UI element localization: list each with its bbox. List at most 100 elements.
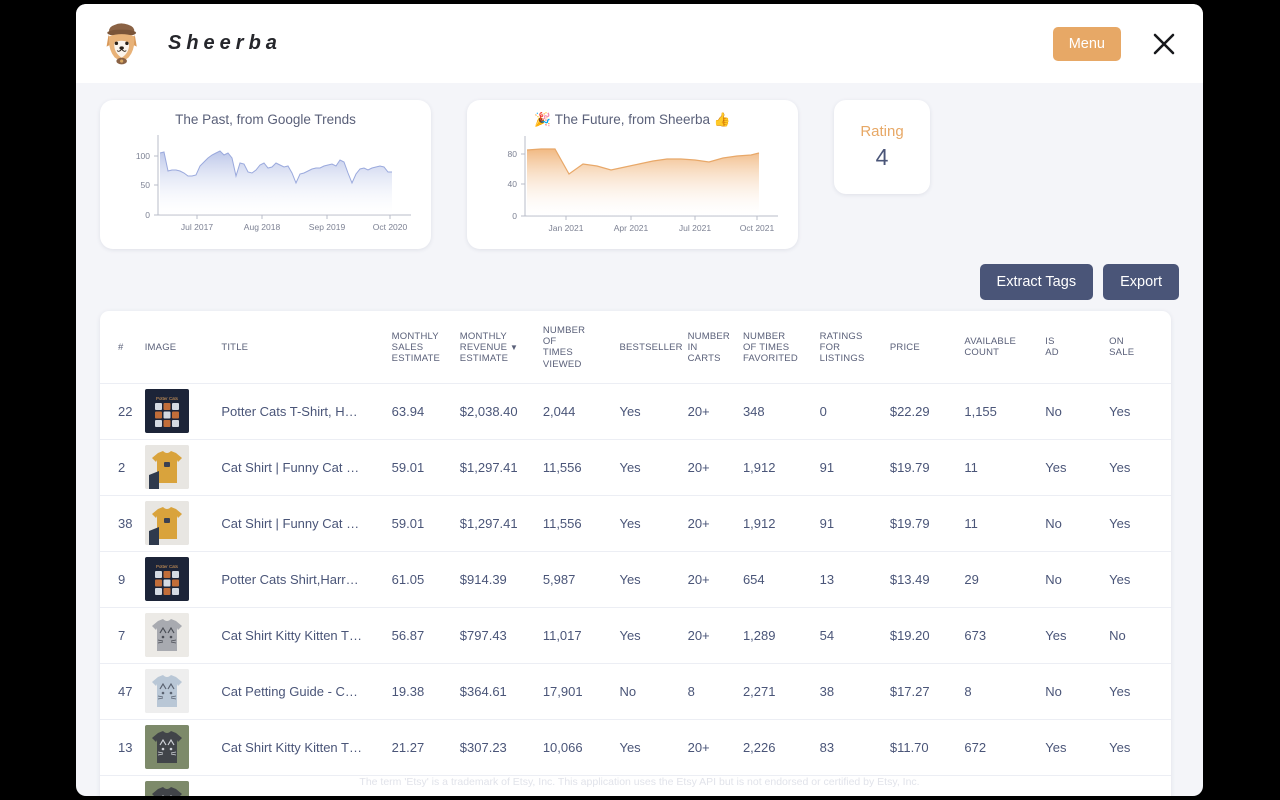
product-title-text: Cat Petting Guide - C… (221, 683, 358, 699)
table-row[interactable]: 2 Cat Shirt | Funny Cat … 59.01 $1,297.41 11… (100, 439, 1171, 496)
row-title[interactable]: Cat Shirt Kitty Kitten T… (221, 607, 392, 664)
row-monthly-sales-estimate: 21.27 (391, 719, 460, 776)
product-title-text: Potter Cats Shirt,Harr… (221, 571, 359, 587)
product-thumbnail-image[interactable]: Potter Cats (144, 389, 189, 434)
row-times-favorited: 654 (742, 551, 820, 608)
app-brand-title: Sheerba (168, 32, 282, 54)
product-thumbnail-image[interactable]: Potter Cats (144, 557, 189, 602)
row-on-sale: Yes (1109, 719, 1171, 776)
svg-text:Sep 2019: Sep 2019 (309, 222, 346, 232)
future-forecast-area (527, 149, 759, 216)
row-title[interactable]: Potter Cats T-Shirt, H… (221, 383, 392, 440)
row-is-ad: No (1045, 663, 1110, 720)
product-thumbnail-image[interactable] (144, 501, 189, 546)
row-on-sale: Yes (1109, 439, 1171, 496)
column-header-ratings-for-listings[interactable]: RATINGS FOR LISTINGS (819, 311, 890, 384)
column-header-image[interactable]: IMAGE (144, 311, 222, 384)
row-monthly-revenue-estimate: $307.23 (459, 719, 543, 776)
row-monthly-revenue-estimate: $2,038.40 (459, 383, 543, 440)
row-price: $11.70 (889, 719, 965, 776)
row-bestseller: Yes (619, 383, 688, 440)
row-title[interactable]: Cat Shirt | Funny Cat … (221, 439, 392, 496)
export-button[interactable]: Export (1103, 264, 1179, 300)
row-number-in-carts: 20+ (687, 495, 743, 552)
column-header-number-in-carts[interactable]: NUMBER IN CARTS (687, 311, 743, 384)
product-thumbnail-image[interactable] (144, 669, 189, 714)
row-number: 22 (100, 383, 145, 440)
product-title-text: Cat Shirt Kitty Kitten T… (221, 739, 362, 755)
row-monthly-sales-estimate: 59.01 (391, 495, 460, 552)
row-is-ad: No (1045, 383, 1110, 440)
column-header-monthly-revenue-estimate[interactable]: MONTHLY REVENUE ▼ ESTIMATE (459, 311, 543, 384)
row-title[interactable]: Cat Shirt | Funny Cat … (221, 495, 392, 552)
row-price: $19.79 (889, 495, 965, 552)
row-bestseller: Yes (619, 439, 688, 496)
row-title[interactable]: Cat Petting Guide - C… (221, 663, 392, 720)
row-bestseller: Yes (619, 495, 688, 552)
sort-desc-icon: ▼ (509, 342, 519, 352)
row-number: 7 (100, 607, 145, 664)
svg-text:0: 0 (512, 211, 517, 221)
listings-table: # IMAGE TITLE MONTHLY SALES ESTIMATE MONTH… (100, 311, 1171, 796)
row-monthly-sales-estimate: 56.87 (391, 607, 460, 664)
column-header-available-count[interactable]: AVAILABLE COUNT (964, 311, 1046, 384)
svg-text:80: 80 (508, 149, 518, 159)
close-icon[interactable] (1147, 27, 1181, 61)
row-is-ad: Yes (1045, 607, 1110, 664)
row-available-count: 11 (964, 495, 1046, 552)
row-times-favorited: 2,271 (742, 663, 820, 720)
row-price: $19.79 (889, 439, 965, 496)
row-ratings-for-listings: 54 (819, 607, 890, 664)
column-header-times-viewed[interactable]: NUMBER OF TIMES VIEWED (542, 311, 620, 384)
row-monthly-revenue-estimate: $1,297.41 (459, 495, 543, 552)
row-thumbnail: Potter Cats (144, 383, 222, 440)
row-number: 2 (100, 439, 145, 496)
row-title[interactable]: Cat Shirt Kitty Kitten T… (221, 719, 392, 776)
row-monthly-sales-estimate: 19.38 (391, 663, 460, 720)
table-row[interactable]: 9 Potter Cats Potter Cats Shirt,Harr… 61.05… (100, 551, 1171, 608)
column-header-times-favorited[interactable]: NUMBER OF TIMES FAVORITED (742, 311, 820, 384)
column-header-on-sale[interactable]: ON SALE (1109, 311, 1171, 384)
product-thumbnail-image[interactable] (144, 725, 189, 770)
past-trends-chart-card: The Past, from Google Trends 0 50 100 Ju… (100, 100, 431, 249)
row-price: $19.20 (889, 607, 965, 664)
column-header-number[interactable]: # (100, 311, 145, 384)
row-available-count: 1,155 (964, 383, 1046, 440)
row-times-favorited: 1,912 (742, 439, 820, 496)
column-header-monthly-sales-estimate[interactable]: MONTHLY SALES ESTIMATE (391, 311, 460, 384)
row-ratings-for-listings: 83 (819, 719, 890, 776)
table-row[interactable]: 38 Cat Shirt | Funny Cat … 59.01 $1,297.41 1… (100, 495, 1171, 552)
extract-tags-button[interactable]: Extract Tags (979, 264, 1094, 300)
row-thumbnail (144, 719, 222, 776)
table-row[interactable]: 47 Cat Petting Guide - C… 19.38 $364.61 17,9… (100, 663, 1171, 720)
table-row[interactable]: 13 Cat Shirt Kitty Kitten T… 21.27 $307.23 1… (100, 719, 1171, 776)
column-header-price[interactable]: PRICE (889, 311, 965, 384)
row-title[interactable]: Potter Cats Shirt,Harr… (221, 551, 392, 608)
rating-value: 4 (875, 144, 889, 170)
menu-button[interactable]: Menu (1052, 26, 1121, 61)
row-times-favorited: 2,226 (742, 719, 820, 776)
svg-text:Potter Cats: Potter Cats (156, 564, 179, 569)
row-price: $17.27 (889, 663, 965, 720)
row-times-favorited: 348 (742, 383, 820, 440)
svg-text:100: 100 (136, 151, 150, 161)
svg-text:Jul 2017: Jul 2017 (181, 222, 213, 232)
column-header-is-ad[interactable]: IS AD (1045, 311, 1110, 384)
column-header-title[interactable]: TITLE (221, 311, 392, 384)
listings-table-head: # IMAGE TITLE MONTHLY SALES ESTIMATE MONTH… (100, 311, 1171, 384)
row-on-sale: Yes (1109, 495, 1171, 552)
product-title-text: Cat Shirt | Funny Cat … (221, 459, 360, 475)
product-thumbnail-image[interactable] (144, 445, 189, 490)
row-bestseller: Yes (619, 719, 688, 776)
listings-table-body: 22 Potter Cats Potter Cats T-Shirt, H… 63.9… (100, 383, 1171, 796)
modal-body: The Past, from Google Trends 0 50 100 Ju… (76, 83, 1203, 796)
table-row[interactable]: 7 Cat Shirt Kitty Kitten T… 56.87 $797.43 11… (100, 607, 1171, 664)
row-available-count: 673 (964, 607, 1046, 664)
svg-text:Oct 2020: Oct 2020 (373, 222, 408, 232)
row-times-viewed: 2,044 (542, 383, 620, 440)
product-thumbnail-image[interactable] (144, 613, 189, 658)
table-row[interactable]: 22 Potter Cats Potter Cats T-Shirt, H… 63.9… (100, 383, 1171, 440)
row-ratings-for-listings: 0 (819, 383, 890, 440)
column-header-bestseller[interactable]: BESTSELLER (619, 311, 688, 384)
past-trends-chart-plot: 0 50 100 Jul 2017 Aug 2018 Sep 2019 Oct … (136, 135, 411, 232)
